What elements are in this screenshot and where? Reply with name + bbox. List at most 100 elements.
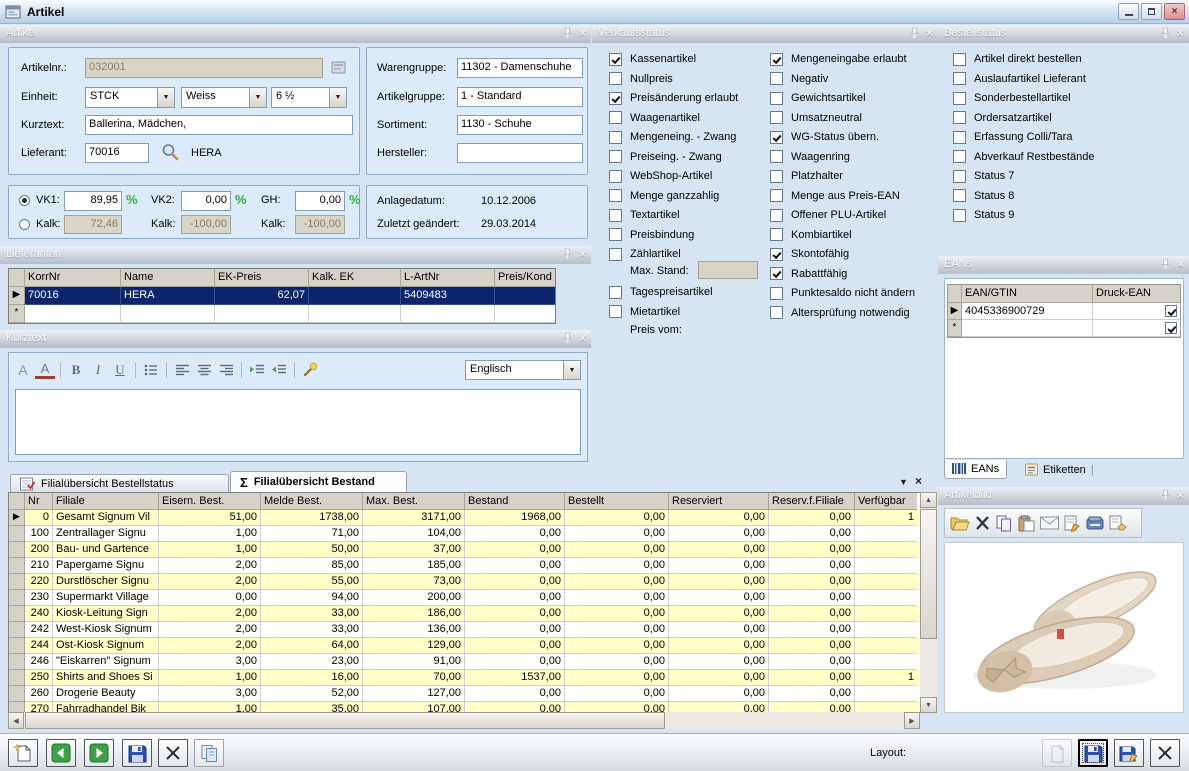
scan-image-icon[interactable] [1086,516,1104,531]
column-header[interactable]: Reserviert [669,493,769,510]
gh-percent-icon[interactable]: % [349,192,361,207]
sortiment-field[interactable]: 1130 - Schuhe [457,115,583,135]
artikelnr-info-button[interactable] [329,58,349,76]
lieferanten-row[interactable]: ▶ 70016 HERA 62,07 5409483 [9,287,555,305]
scroll-down-icon[interactable]: ▼ [920,697,937,713]
scroll-thumb[interactable] [920,509,937,639]
column-header[interactable]: Melde Best. [261,493,363,510]
checkbox[interactable] [609,228,622,241]
copy-record-button[interactable] [194,739,224,767]
row-selector[interactable]: ▶ [948,303,962,320]
paste-image-icon[interactable] [1018,515,1035,532]
table-row[interactable]: 240 Kiosk-Leitung Sign 2,00 33,00 186,00… [9,606,920,622]
column-header[interactable]: KorrNr [25,269,121,287]
row-selector[interactable]: ▶ [9,510,25,526]
table-row[interactable]: 100 Zentrallager Signu 1,00 71,00 104,00… [9,526,920,542]
pin-icon[interactable] [1161,489,1170,501]
table-row[interactable]: ▶ 0 Gesamt Signum Vil 51,00 1738,00 3171… [9,510,920,526]
language-select[interactable]: Englisch▼ [465,360,581,380]
checkbox-row[interactable]: Kassenartikel [609,52,738,66]
checkbox-row[interactable]: Preisbindung [609,228,738,242]
edit-layout-button[interactable] [1114,739,1144,767]
chevron-down-icon[interactable]: ▼ [249,88,266,107]
checkbox[interactable] [953,150,966,163]
font-color-icon[interactable]: A [35,362,55,379]
checkbox[interactable] [770,92,783,105]
close-panel-icon[interactable]: × [1177,257,1184,271]
previous-record-button[interactable] [46,739,76,767]
lieferant-field[interactable]: 70016 [85,143,149,163]
tab-etiketten[interactable]: Etiketten | [1018,460,1101,479]
vk2-percent-icon[interactable]: % [235,192,247,207]
ean-row[interactable]: ▶ 4045336900729 [948,303,1180,320]
row-selector[interactable] [9,558,25,574]
checkbox-row[interactable]: Mengeneing. - Zwang [609,130,738,144]
kurztext-textarea[interactable] [15,389,581,455]
pin-icon[interactable] [1161,258,1170,270]
outdent-icon[interactable] [269,360,289,380]
next-record-button[interactable] [84,739,114,767]
checkbox[interactable] [770,287,783,300]
pin-icon[interactable] [563,27,572,39]
checkbox[interactable] [770,228,783,241]
checkbox-row[interactable]: Menge aus Preis-EAN [770,189,915,203]
row-selector[interactable] [9,542,25,558]
checkbox-row[interactable]: Negativ [770,72,915,86]
table-row[interactable]: 260 Drogerie Beauty 3,00 52,00 127,00 0,… [9,686,920,702]
checkbox[interactable] [609,189,622,202]
table-row[interactable]: 250 Shirts and Shoes Si 1,00 16,00 70,00… [9,670,920,686]
column-header[interactable]: Bestellt [565,493,669,510]
column-header[interactable]: Nr [25,493,53,510]
table-row[interactable]: 244 Ost-Kiosk Signum 2,00 64,00 129,00 0… [9,638,920,654]
table-row[interactable]: 242 West-Kiosk Signum 2,00 33,00 136,00 … [9,622,920,638]
einheit-select[interactable]: STCK▼ [85,87,175,108]
druck-ean-checkbox[interactable] [1165,305,1177,317]
column-header[interactable]: Name [121,269,215,287]
row-selector[interactable] [9,590,25,606]
checkbox-row[interactable]: Offener PLU-Artikel [770,208,915,222]
checkbox-row[interactable]: WG-Status übern. [770,130,915,144]
column-header[interactable]: Druck-EAN [1093,285,1180,303]
new-layout-button[interactable] [1042,739,1072,767]
checkbox-row[interactable]: Kombiartikel [770,228,915,242]
checkbox[interactable] [770,150,783,163]
checkbox[interactable] [609,111,622,124]
delete-record-button[interactable] [158,739,188,767]
pin-icon[interactable] [910,27,919,39]
column-header[interactable]: Kalk. EK [309,269,401,287]
column-header[interactable]: EK-Preis [215,269,309,287]
checkbox[interactable] [609,248,622,261]
pin-icon[interactable] [563,248,572,260]
chevron-down-icon[interactable]: ▼ [329,88,346,107]
checkbox[interactable] [609,305,622,318]
checkbox-row[interactable]: Abverkauf Restbestände [953,150,1094,164]
column-header[interactable]: Bestand [465,493,565,510]
close-panel-icon[interactable]: × [579,247,586,261]
checkbox[interactable] [953,131,966,144]
checkbox-row[interactable]: WebShop-Artikel [609,169,738,183]
artikelgruppe-field[interactable]: 1 - Standard [457,87,583,107]
restore-button[interactable] [1141,3,1162,20]
variant1-select[interactable]: Weiss▼ [181,87,267,108]
table-row[interactable]: 210 Papergame Signu 2,00 85,00 185,00 0,… [9,558,920,574]
ean-new-row[interactable]: * [948,320,1180,337]
checkbox[interactable] [953,209,966,222]
checkbox-row[interactable]: Zählartikel [609,247,738,261]
table-row[interactable]: 246 "Eiskarren" Signum 3,00 23,00 91,00 … [9,654,920,670]
checkbox[interactable] [770,170,783,183]
tab-list-icon[interactable]: ▼ [899,477,908,487]
close-button[interactable]: × [1164,3,1185,20]
kalk-radio[interactable] [19,219,30,230]
lieferanten-new-row[interactable]: * [9,305,555,323]
column-header[interactable]: Preis/Kond [495,269,555,287]
checkbox[interactable] [609,92,622,105]
checkbox[interactable] [770,248,783,261]
checkbox-row[interactable]: Status 7 [953,169,1094,183]
align-right-icon[interactable] [216,360,236,380]
font-size-icon[interactable]: A [13,360,33,380]
warengruppe-field[interactable]: 11302 - Damenschuhe [457,58,583,78]
image-properties-icon[interactable] [1109,515,1127,531]
row-selector[interactable] [9,574,25,590]
column-header[interactable]: Filiale [53,493,159,510]
underline-icon[interactable]: U [110,360,130,380]
